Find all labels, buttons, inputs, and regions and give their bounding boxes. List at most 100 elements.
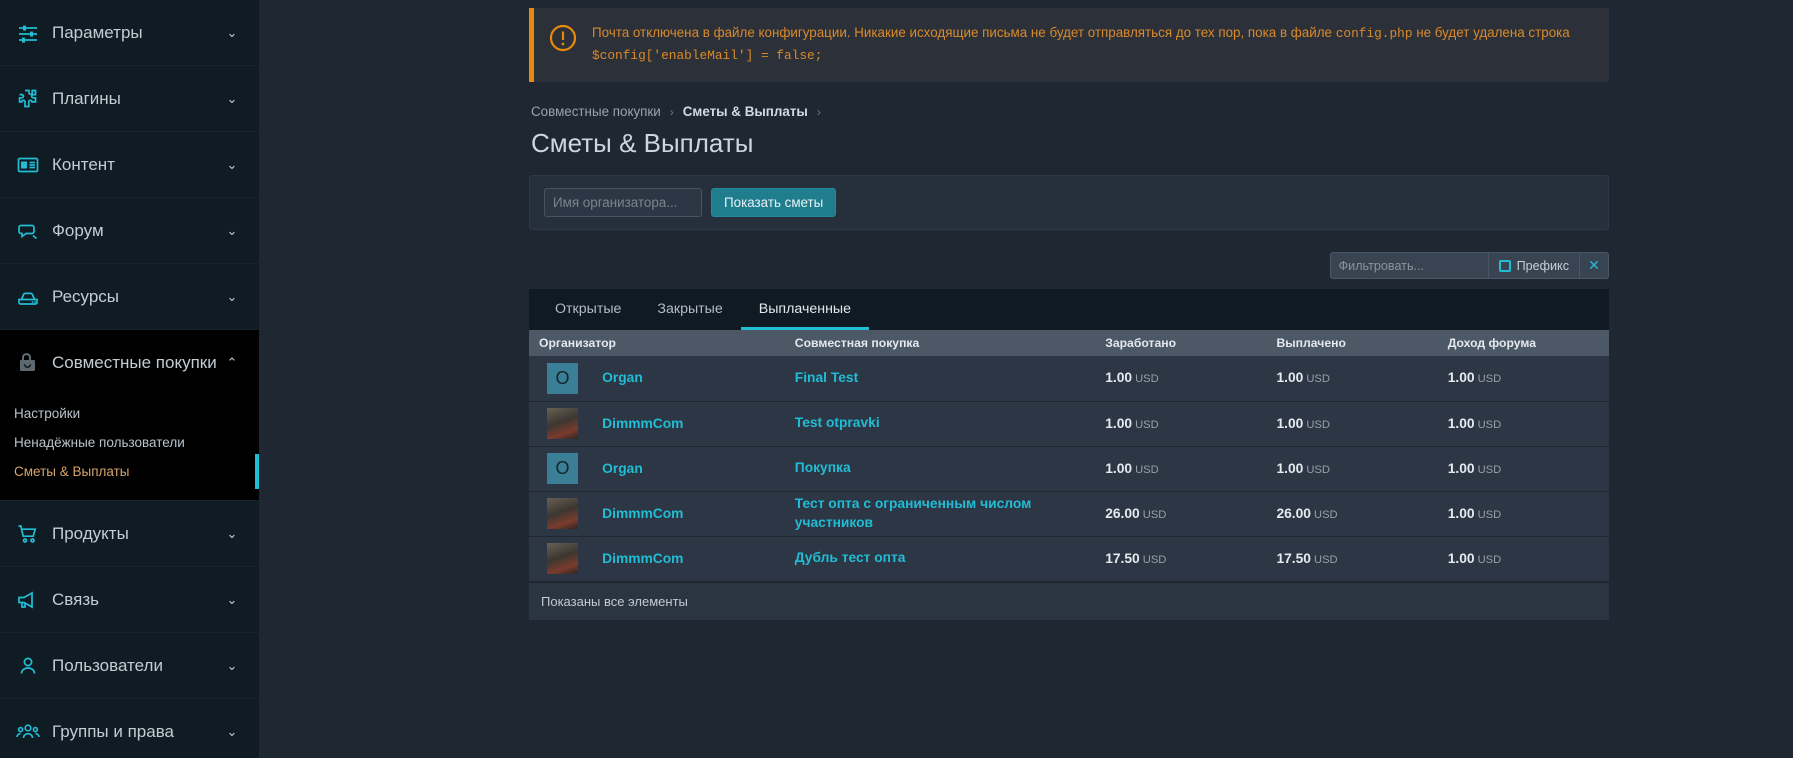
nav-group-plaginy: Плагины ⌄ — [0, 66, 259, 132]
avatar — [547, 543, 578, 575]
table-head: Организатор Совместная покупка Заработан… — [529, 330, 1609, 357]
sidebar-subitem-nenadezhnye-polzovateli[interactable]: Ненадёжные пользователи — [0, 428, 259, 457]
paid-currency: USD — [1313, 508, 1338, 521]
earned-cell: 26.00 USD — [1095, 491, 1267, 537]
earned-cell: 1.00 USD — [1095, 356, 1267, 402]
organizer-link[interactable]: Organ — [602, 461, 643, 476]
organizer-search-input[interactable] — [544, 188, 702, 218]
organizer-link[interactable]: DimmmCom — [602, 551, 683, 566]
column-header-purchase: Совместная покупка — [784, 330, 1096, 357]
sidebar-subitem-label: Настройки — [14, 406, 81, 421]
table-row[interactable]: DimmmCom Дубль тест опта 17.50 USD 17.50 U… — [529, 536, 1609, 582]
sidebar-item-resursy[interactable]: Ресурсы ⌄ — [0, 264, 259, 329]
paid-amount: 1.00 — [1276, 415, 1304, 431]
paid-cell: 1.00 USD — [1266, 446, 1438, 492]
filter-input[interactable] — [1329, 252, 1488, 280]
sliders-icon — [14, 19, 42, 47]
table-row[interactable]: O Organ Final Test 1.00 USD 1.00 USD 1.0… — [529, 356, 1609, 402]
sidebar-item-label: Контент — [52, 154, 115, 174]
forum-income-cell: 1.00 USD — [1437, 536, 1609, 582]
organizer-link[interactable]: DimmmCom — [602, 416, 683, 431]
forum-income-currency: USD — [1477, 508, 1502, 521]
sidebar-item-sovmestnye-pokupki[interactable]: Совместные покупки ⌃ — [0, 330, 259, 395]
chevron-right-icon: › — [669, 104, 674, 119]
show-estimates-button[interactable]: Показать сметы — [711, 188, 837, 218]
purchase-link[interactable]: Дубль тест опта — [795, 549, 906, 568]
chevron-down-icon: ⌄ — [226, 157, 238, 172]
sidebar-item-label: Совместные покупки — [52, 352, 217, 372]
sidebar-item-parametry[interactable]: Параметры ⌄ — [0, 0, 259, 65]
forum-income-cell: 1.00 USD — [1437, 446, 1609, 492]
purchase-link[interactable]: Test otpravki — [795, 414, 880, 433]
sidebar-item-label: Форум — [52, 220, 104, 240]
sidebar-item-polzovateli[interactable]: Пользователи ⌄ — [0, 633, 259, 698]
drive-icon — [14, 283, 42, 311]
chevron-down-icon: ⌄ — [226, 526, 238, 541]
forum-income-cell: 1.00 USD — [1437, 356, 1609, 402]
organizer-link[interactable]: Organ — [602, 370, 643, 385]
sidebar-item-produkty[interactable]: Продукты ⌄ — [0, 501, 259, 566]
paid-cell: 1.00 USD — [1266, 401, 1438, 447]
user-icon — [14, 652, 42, 680]
breadcrumb: Совместные покупки › Сметы & Выплаты › — [529, 104, 1609, 119]
purchase-cell: Test otpravki — [784, 401, 1096, 447]
close-icon[interactable]: ✕ — [1579, 252, 1609, 280]
prefix-checkbox[interactable] — [1498, 259, 1511, 272]
forum-income-amount: 1.00 — [1447, 505, 1475, 521]
forum-income-amount: 1.00 — [1447, 370, 1475, 386]
earned-currency: USD — [1135, 463, 1159, 476]
sidebar-subitem-label: Ненадёжные пользователи — [14, 435, 185, 450]
paid-amount: 1.00 — [1276, 370, 1304, 386]
breadcrumb-item-smety-vyplaty[interactable]: Сметы & Выплаты — [683, 104, 808, 119]
organizer-link[interactable]: DimmmCom — [602, 506, 683, 521]
sidebar-item-svyaz[interactable]: Связь ⌄ — [0, 567, 259, 632]
newspaper-icon — [14, 151, 42, 179]
main-content: Почта отключена в файле конфигурации. Ни… — [259, 0, 1793, 758]
chevron-down-icon: ⌄ — [226, 223, 238, 238]
filter-bar: Префикс ✕ — [529, 252, 1609, 280]
warning-circle-icon — [548, 23, 578, 58]
purchase-link[interactable]: Тест опта с ограниченным числом участник… — [795, 495, 1085, 532]
sidebar-subitem-smety-vyplaty[interactable]: Сметы & Выплаты — [0, 454, 259, 489]
users-group-icon — [14, 718, 42, 746]
organizer-cell: Organ — [592, 446, 785, 492]
chevron-down-icon: ⌄ — [226, 289, 238, 304]
nav-group-forum: Форум ⌄ — [0, 198, 259, 264]
forum-income-currency: USD — [1477, 418, 1502, 431]
table-row[interactable]: O Organ Покупка 1.00 USD 1.00 USD 1.00 U… — [529, 446, 1609, 492]
paid-currency: USD — [1306, 463, 1330, 476]
sidebar-item-plaginy[interactable]: Плагины ⌄ — [0, 66, 259, 131]
paid-currency: USD — [1306, 373, 1330, 386]
alert-text-part2: не будет удалена строка — [1412, 25, 1570, 40]
prefix-label: Префикс — [1516, 258, 1569, 273]
purchase-link[interactable]: Final Test — [795, 369, 858, 388]
nav-group-gruppy-i-prava: Группы и права ⌄ — [0, 699, 259, 758]
avatar-cell: O — [529, 356, 593, 402]
purchase-link[interactable]: Покупка — [795, 459, 851, 478]
sidebar-item-label: Группы и права — [52, 721, 174, 741]
sidebar-item-label: Параметры — [52, 22, 143, 42]
sidebar-subnav: Настройки Ненадёжные пользователи Сметы … — [0, 395, 259, 500]
nav-group-polzovateli: Пользователи ⌄ — [0, 633, 259, 699]
estimates-table: Организатор Совместная покупка Заработан… — [529, 330, 1609, 582]
sidebar-item-forum[interactable]: Форум ⌄ — [0, 198, 259, 263]
breadcrumb-item-sovmestnye-pokupki[interactable]: Совместные покупки — [531, 104, 661, 119]
tab-zakrytye[interactable]: Закрытые — [639, 289, 740, 330]
prefix-toggle[interactable]: Префикс — [1487, 252, 1579, 280]
chevron-down-icon: ⌄ — [226, 592, 238, 607]
forum-income-amount: 1.00 — [1447, 415, 1475, 431]
table-row[interactable]: DimmmCom Test otpravki 1.00 USD 1.00 USD 1 — [529, 401, 1609, 447]
nav-group-produkty: Продукты ⌄ — [0, 501, 259, 567]
tab-otkrytye[interactable]: Открытые — [537, 289, 639, 330]
earned-currency: USD — [1135, 373, 1159, 386]
tab-vyplachennye[interactable]: Выплаченные — [740, 289, 870, 331]
purchase-cell: Дубль тест опта — [784, 536, 1096, 582]
purchase-cell: Тест опта с ограниченным числом участник… — [784, 491, 1096, 537]
sidebar-item-kontent[interactable]: Контент ⌄ — [0, 132, 259, 197]
sidebar-item-gruppy-i-prava[interactable]: Группы и права ⌄ — [0, 699, 259, 758]
cart-icon — [14, 520, 42, 548]
table-row[interactable]: DimmmCom Тест опта с ограниченным числом… — [529, 491, 1609, 537]
sidebar-subitem-nastroyki[interactable]: Настройки — [0, 399, 259, 428]
earned-cell: 1.00 USD — [1095, 401, 1267, 447]
earned-currency: USD — [1135, 418, 1159, 431]
